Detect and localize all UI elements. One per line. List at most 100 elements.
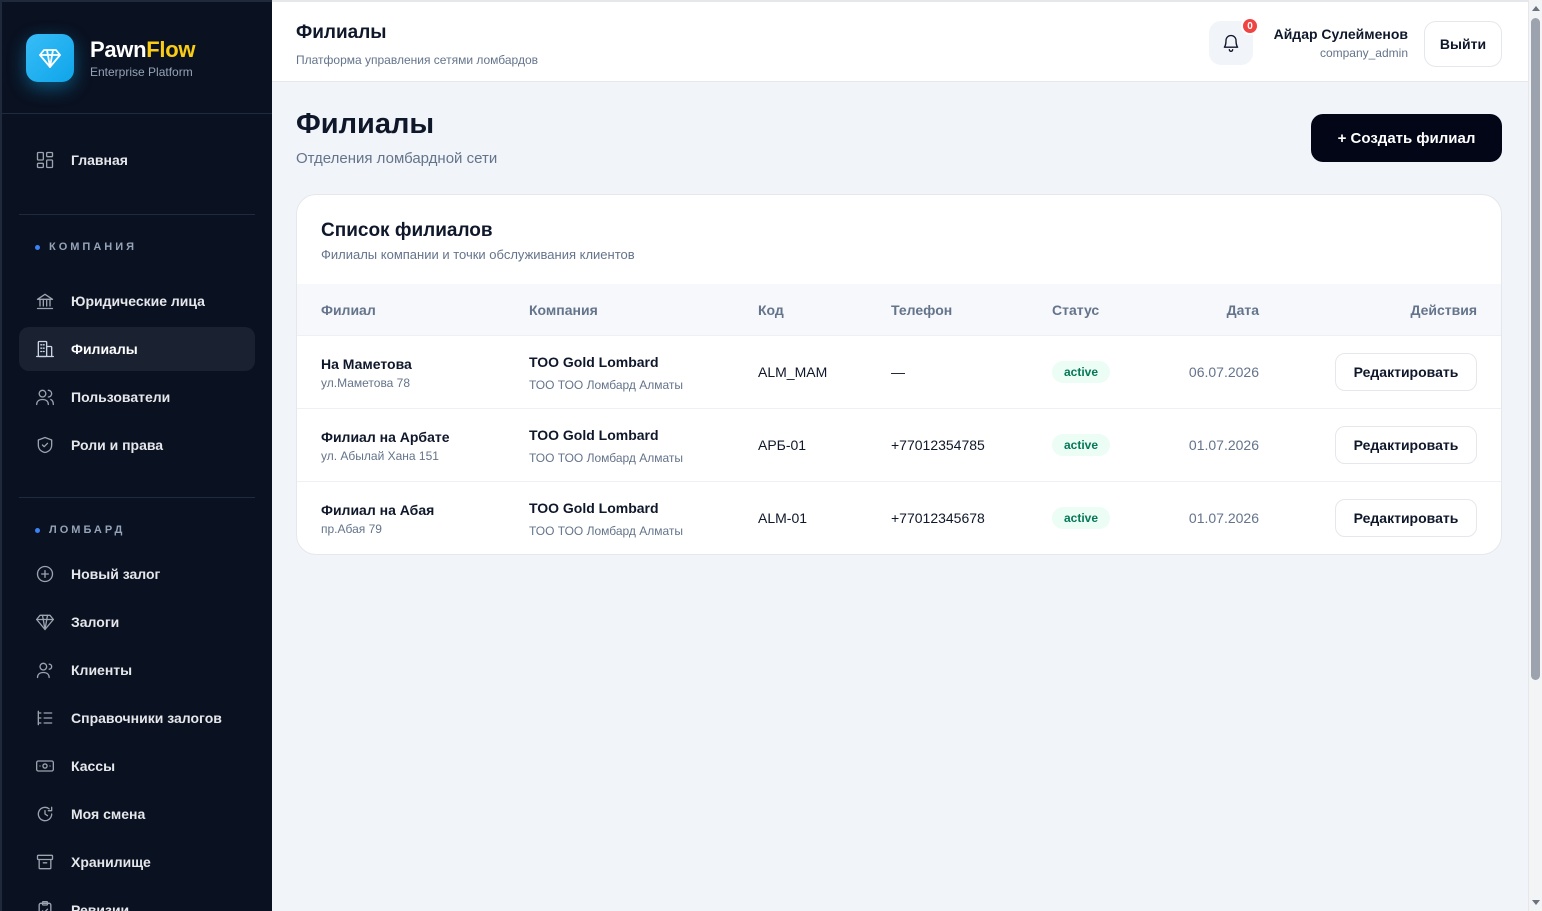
- edit-button[interactable]: Редактировать: [1335, 499, 1477, 537]
- users-icon: [35, 387, 55, 407]
- branches-card: Список филиалов Филиалы компании и точки…: [296, 194, 1502, 555]
- edit-button[interactable]: Редактировать: [1335, 353, 1477, 391]
- brand[interactable]: PawnFlow Enterprise Platform: [2, 2, 272, 114]
- building-icon: [35, 339, 55, 359]
- table-row[interactable]: Филиал на Арбате ул. Абылай Хана 151 ТОО…: [297, 409, 1501, 482]
- archive-icon: [35, 852, 55, 872]
- table-header: Филиал Компания Код Телефон Статус Дата …: [297, 284, 1501, 336]
- company-legal-name: ТОО ТОО Ломбард Алматы: [529, 524, 684, 538]
- sidebar-item-label: Роли и права: [71, 437, 164, 453]
- sidebar-item-clients[interactable]: Клиенты: [19, 648, 255, 692]
- card-title: Список филиалов: [321, 220, 493, 241]
- sidebar-item-label: Ревизии: [71, 902, 130, 911]
- plus-circle-icon: [35, 564, 55, 584]
- branch-date: 01.07.2026: [1188, 437, 1259, 453]
- sidebar-item-branches[interactable]: Филиалы: [19, 327, 255, 371]
- column-header-actions: Действия: [1410, 302, 1477, 318]
- sidebar-item-label: Клиенты: [71, 662, 133, 678]
- notification-count-badge: 0: [1241, 17, 1259, 35]
- grid-icon: [35, 150, 55, 170]
- page-title: Филиалы: [296, 108, 435, 140]
- logout-button[interactable]: Выйти: [1424, 21, 1502, 67]
- sidebar: PawnFlow Enterprise Platform Главная КОМ…: [0, 0, 272, 911]
- section-label-lombard: ЛОМБАРД: [19, 516, 255, 544]
- sidebar-item-label: Залоги: [71, 614, 120, 630]
- column-header-company[interactable]: Компания: [529, 302, 598, 318]
- sidebar-item-home[interactable]: Главная: [19, 138, 255, 182]
- clipboard-icon: [35, 900, 55, 911]
- timer-icon: [35, 804, 55, 824]
- sidebar-item-storage[interactable]: Хранилище: [19, 840, 255, 884]
- sidebar-item-label: Новый залог: [71, 566, 161, 582]
- column-header-code[interactable]: Код: [758, 302, 784, 318]
- edit-button[interactable]: Редактировать: [1335, 426, 1477, 464]
- sidebar-item-label: Филиалы: [71, 341, 138, 357]
- sidebar-item-label: Кассы: [71, 758, 116, 774]
- header-subtitle: Платформа управления сетями ломбардов: [296, 53, 538, 67]
- bell-icon: [1221, 33, 1241, 53]
- column-header-branch[interactable]: Филиал: [321, 302, 376, 318]
- card-subtitle: Филиалы компании и точки обслуживания кл…: [321, 247, 635, 262]
- branch-name: Филиал на Абая: [321, 502, 435, 518]
- list-tree-icon: [35, 708, 55, 728]
- company-name: ТОО Gold Lombard: [529, 427, 659, 443]
- sidebar-item-new-pledge[interactable]: Новый залог: [19, 552, 255, 596]
- status-badge: active: [1052, 361, 1111, 383]
- branch-name: На Маметова: [321, 356, 412, 372]
- sidebar-item-roles[interactable]: Роли и права: [19, 423, 255, 467]
- scroll-up-arrow-icon[interactable]: [1532, 6, 1540, 11]
- section-label-company: КОМПАНИЯ: [19, 233, 255, 261]
- branch-address: ул. Абылай Хана 151: [321, 449, 439, 463]
- brand-name: PawnFlow: [90, 36, 196, 62]
- shield-icon: [35, 435, 55, 455]
- branch-date: 01.07.2026: [1188, 510, 1259, 526]
- sidebar-item-users[interactable]: Пользователи: [19, 375, 255, 419]
- company-name: ТОО Gold Lombard: [529, 354, 659, 370]
- sidebar-item-label: Хранилище: [71, 854, 151, 870]
- page-subtitle: Отделения ломбардной сети: [296, 150, 498, 167]
- company-legal-name: ТОО ТОО Ломбард Алматы: [529, 451, 684, 465]
- branch-code: АРБ-01: [758, 437, 807, 453]
- table-row[interactable]: Филиал на Абая пр.Абая 79 ТОО Gold Lomba…: [297, 482, 1501, 554]
- header-title: Филиалы: [296, 22, 387, 43]
- create-branch-button[interactable]: + Создать филиал: [1311, 114, 1502, 162]
- top-header: Филиалы Платформа управления сетями ломб…: [272, 0, 1528, 82]
- user-role: company_admin: [1319, 46, 1408, 60]
- user-name: Айдар Сулейменов: [1273, 26, 1408, 42]
- table-row[interactable]: На Маметова ул.Маметова 78 ТОО Gold Lomb…: [297, 336, 1501, 409]
- vertical-scrollbar[interactable]: [1528, 0, 1542, 911]
- status-badge: active: [1052, 434, 1111, 456]
- branch-phone: +77012345678: [891, 510, 985, 526]
- sidebar-item-cash-desks[interactable]: Кассы: [19, 744, 255, 788]
- user-icon: [35, 660, 55, 680]
- sidebar-item-label: Главная: [71, 152, 128, 168]
- scroll-down-arrow-icon[interactable]: [1532, 900, 1540, 905]
- column-header-date[interactable]: Дата: [1227, 302, 1259, 318]
- notifications-button[interactable]: 0: [1209, 17, 1259, 65]
- status-badge: active: [1052, 507, 1111, 529]
- branch-phone: +77012354785: [891, 437, 985, 453]
- sidebar-item-pledge-directories[interactable]: Справочники залогов: [19, 696, 255, 740]
- company-legal-name: ТОО ТОО Ломбард Алматы: [529, 378, 684, 392]
- diamond-logo-icon: [26, 33, 74, 82]
- sidebar-item-label: Справочники залогов: [71, 710, 222, 726]
- branch-code: ALM-01: [758, 510, 808, 526]
- company-name: ТОО Gold Lombard: [529, 500, 659, 516]
- scrollbar-thumb[interactable]: [1531, 18, 1540, 680]
- sidebar-item-label: Юридические лица: [71, 293, 205, 309]
- sidebar-item-label: Пользователи: [71, 389, 171, 405]
- branch-code: ALM_MAM: [758, 364, 828, 380]
- bank-icon: [35, 291, 55, 311]
- sidebar-item-legal-entities[interactable]: Юридические лица: [19, 279, 255, 323]
- sidebar-item-label: Моя смена: [71, 806, 146, 822]
- branch-name: Филиал на Арбате: [321, 429, 450, 445]
- sidebar-item-my-shift[interactable]: Моя смена: [19, 792, 255, 836]
- branch-address: ул.Маметова 78: [321, 376, 411, 390]
- branch-address: пр.Абая 79: [321, 522, 382, 536]
- user-info[interactable]: Айдар Сулейменов company_admin: [1274, 26, 1408, 60]
- column-header-status[interactable]: Статус: [1052, 302, 1099, 318]
- sidebar-item-pledges[interactable]: Залоги: [19, 600, 255, 644]
- branch-date: 06.07.2026: [1188, 364, 1259, 380]
- sidebar-item-revisions[interactable]: Ревизии: [19, 888, 255, 911]
- column-header-phone[interactable]: Телефон: [891, 302, 952, 318]
